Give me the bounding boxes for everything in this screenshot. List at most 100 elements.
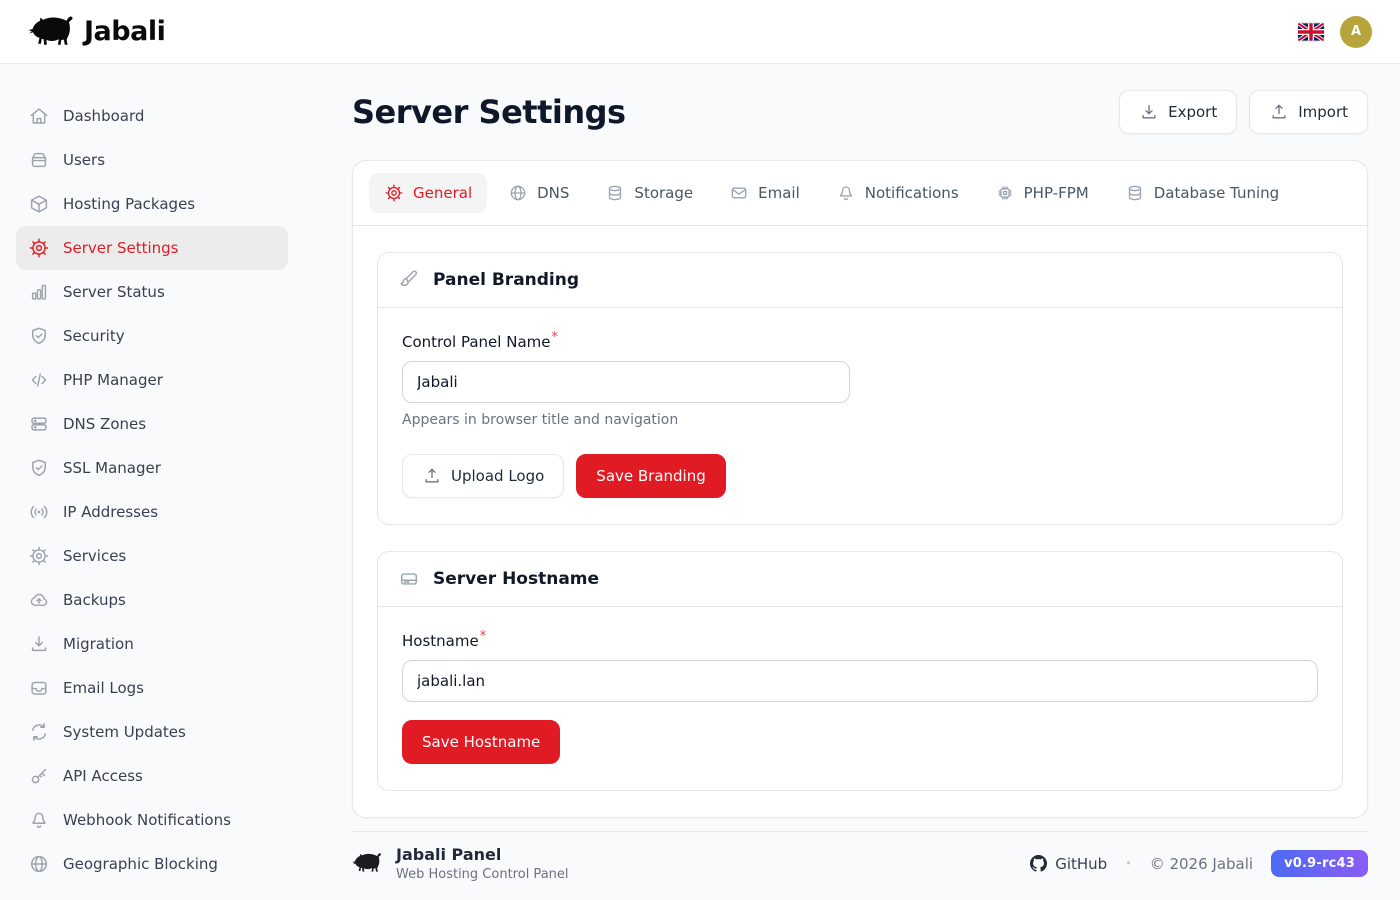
sidebar-item-dns-zones[interactable]: DNS Zones: [16, 402, 288, 446]
version-badge: v0.9-rc43: [1271, 850, 1368, 877]
inbox-icon: [28, 677, 50, 699]
code-icon: [28, 369, 50, 391]
gear-icon: [28, 545, 50, 567]
package-icon: [28, 193, 50, 215]
server-hostname-title: Server Hostname: [433, 569, 599, 589]
footer-brand: Jabali Panel: [396, 845, 569, 865]
tab-email[interactable]: Email: [714, 173, 815, 213]
github-link[interactable]: GitHub: [1030, 855, 1107, 873]
sidebar-item-label: IP Addresses: [63, 503, 158, 521]
paintbrush-icon: [398, 269, 420, 291]
sidebar-item-ip-addresses[interactable]: IP Addresses: [16, 490, 288, 534]
control-panel-name-input[interactable]: [402, 361, 850, 403]
upload-logo-button[interactable]: Upload Logo: [402, 454, 564, 498]
footer-subtitle: Web Hosting Control Panel: [396, 867, 569, 882]
save-branding-button[interactable]: Save Branding: [576, 454, 725, 498]
app-logo[interactable]: Jabali: [28, 13, 165, 51]
sidebar-item-ssl-manager[interactable]: SSL Manager: [16, 446, 288, 490]
home-icon: [28, 105, 50, 127]
export-button[interactable]: Export: [1119, 90, 1237, 134]
sidebar-item-label: Migration: [63, 635, 134, 653]
bell-icon: [836, 183, 856, 203]
settings-tabs: General DNS Storage Email Notifications PHP-F…: [353, 161, 1367, 226]
tab-notifications[interactable]: Notifications: [821, 173, 974, 213]
tab-label: Database Tuning: [1154, 184, 1279, 202]
tab-database-tuning[interactable]: Database Tuning: [1110, 173, 1294, 213]
globe-icon: [28, 853, 50, 875]
sidebar-item-migration[interactable]: Migration: [16, 622, 288, 666]
db-icon: [605, 183, 625, 203]
tab-general[interactable]: General: [369, 173, 487, 213]
save-hostname-button[interactable]: Save Hostname: [402, 720, 560, 764]
sidebar-item-label: Server Status: [63, 283, 165, 301]
github-icon: [1030, 855, 1047, 872]
gear-icon: [384, 183, 404, 203]
sidebar-item-label: Email Logs: [63, 679, 144, 697]
main-content: Server Settings Export Import GeneralDNS…: [304, 64, 1400, 900]
control-panel-name-help: Appears in browser title and navigation: [402, 412, 1318, 428]
sidebar-item-dashboard[interactable]: Dashboard: [16, 94, 288, 138]
download-icon: [1139, 102, 1159, 122]
sidebar-nav: Dashboard Users Hosting Packages Server Set…: [0, 64, 304, 900]
user-avatar[interactable]: A: [1340, 16, 1372, 48]
tab-php-fpm[interactable]: PHP-FPM: [980, 173, 1104, 213]
sidebar-item-system-updates[interactable]: System Updates: [16, 710, 288, 754]
top-header: Jabali A: [0, 0, 1400, 64]
mail-icon: [729, 183, 749, 203]
sidebar-item-api-access[interactable]: API Access: [16, 754, 288, 798]
sidebar-item-label: Services: [63, 547, 126, 565]
sidebar-item-label: Backups: [63, 591, 126, 609]
key-icon: [28, 765, 50, 787]
tab-dns[interactable]: DNS: [493, 173, 584, 213]
sidebar-item-label: Users: [63, 151, 105, 169]
sidebar-item-label: Dashboard: [63, 107, 144, 125]
sidebar-item-users[interactable]: Users: [16, 138, 288, 182]
import-button[interactable]: Import: [1249, 90, 1368, 134]
tab-label: DNS: [537, 184, 569, 202]
sidebar-item-label: Security: [63, 327, 125, 345]
language-flag-icon[interactable]: [1298, 23, 1324, 41]
sidebar-item-geographic-blocking[interactable]: Geographic Blocking: [16, 842, 288, 886]
export-label: Export: [1168, 103, 1217, 121]
drawer-icon: [28, 149, 50, 171]
boar-logo-icon: [352, 851, 382, 877]
sidebar-item-services[interactable]: Services: [16, 534, 288, 578]
tab-label: Email: [758, 184, 800, 202]
upload-icon: [422, 466, 442, 486]
sidebar-item-server-settings[interactable]: Server Settings: [16, 226, 288, 270]
shield-icon: [28, 457, 50, 479]
hard-drive-icon: [398, 568, 420, 590]
settings-card: General DNS Storage Email Notifications PHP-F…: [352, 160, 1368, 818]
sidebar-item-email-logs[interactable]: Email Logs: [16, 666, 288, 710]
stack-icon: [28, 413, 50, 435]
boar-logo-icon: [28, 13, 74, 51]
bell-icon: [28, 809, 50, 831]
upload-icon: [1269, 102, 1289, 122]
gear-icon: [28, 237, 50, 259]
tab-label: General: [413, 184, 472, 202]
chip-icon: [995, 183, 1015, 203]
sidebar-item-backups[interactable]: Backups: [16, 578, 288, 622]
control-panel-name-label: Control Panel Name*: [402, 333, 558, 351]
footer-separator: •: [1125, 857, 1132, 870]
tab-label: PHP-FPM: [1024, 184, 1089, 202]
footer-copyright: © 2026 Jabali: [1150, 855, 1253, 873]
sidebar-item-security[interactable]: Security: [16, 314, 288, 358]
required-asterisk: *: [480, 629, 487, 644]
sidebar-item-label: SSL Manager: [63, 459, 161, 477]
cloud-up-icon: [28, 589, 50, 611]
upload-logo-label: Upload Logo: [451, 467, 544, 485]
hostname-input[interactable]: [402, 660, 1318, 702]
sidebar-item-webhook-notifications[interactable]: Webhook Notifications: [16, 798, 288, 842]
sidebar-item-hosting-packages[interactable]: Hosting Packages: [16, 182, 288, 226]
sidebar-item-server-status[interactable]: Server Status: [16, 270, 288, 314]
tab-label: Notifications: [865, 184, 959, 202]
server-hostname-section: Server Hostname Hostname* Save Hostname: [377, 551, 1343, 791]
sidebar-item-label: DNS Zones: [63, 415, 146, 433]
shield-icon: [28, 325, 50, 347]
sidebar-item-label: Server Settings: [63, 239, 178, 257]
sidebar-item-php-manager[interactable]: PHP Manager: [16, 358, 288, 402]
tab-storage[interactable]: Storage: [590, 173, 708, 213]
sidebar-item-label: System Updates: [63, 723, 186, 741]
panel-branding-title: Panel Branding: [433, 270, 579, 290]
